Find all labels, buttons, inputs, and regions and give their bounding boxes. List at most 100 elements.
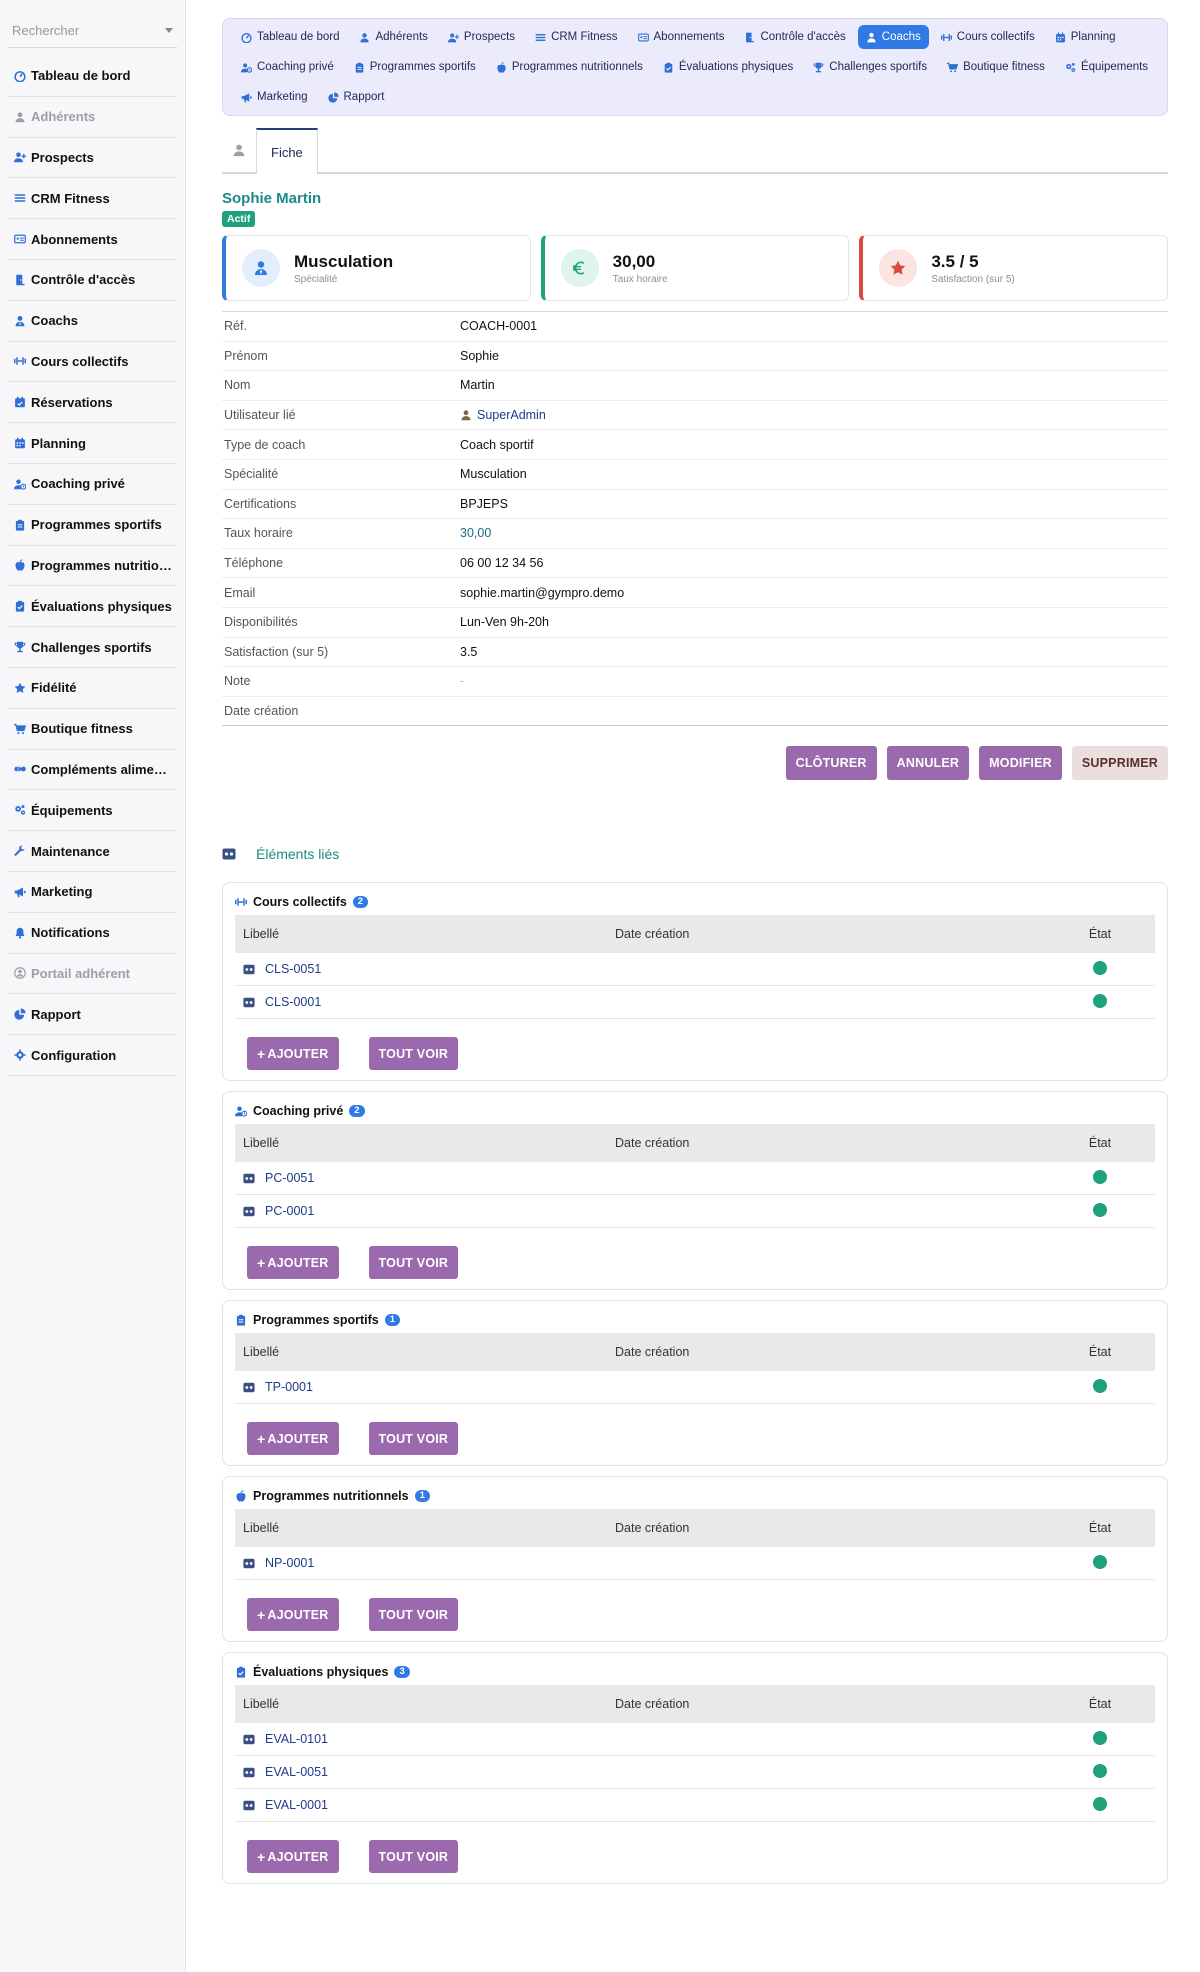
row-link[interactable]: EVAL-0051 bbox=[235, 1765, 615, 1779]
linked-block-title: Cours collectifs 2 bbox=[235, 895, 1155, 909]
tab-user-icon[interactable] bbox=[222, 128, 256, 172]
nav-rapport[interactable]: Rapport bbox=[320, 85, 393, 109]
tab-fiche[interactable]: Fiche bbox=[256, 128, 318, 174]
sidebar-item-coaching-prive[interactable]: Coaching privé bbox=[8, 464, 177, 505]
search-input[interactable]: Rechercher bbox=[8, 14, 177, 48]
nav-controle-d-acces[interactable]: Contrôle d'accès bbox=[736, 25, 853, 49]
sidebar-item-controle-d-acces[interactable]: Contrôle d'accès bbox=[8, 260, 177, 301]
nav-coachs[interactable]: Coachs bbox=[857, 25, 929, 49]
sidebar-item-programmes-nutritio[interactable]: Programmes nutritio… bbox=[8, 546, 177, 587]
nav-coaching-prive[interactable]: Coaching privé bbox=[233, 55, 342, 79]
sidebar-item-abonnements[interactable]: Abonnements bbox=[8, 219, 177, 260]
door-icon bbox=[12, 273, 28, 287]
sidebar-item-marketing[interactable]: Marketing bbox=[8, 872, 177, 913]
sidebar-item-crm-fitness[interactable]: CRM Fitness bbox=[8, 178, 177, 220]
linked-elements-title: Éléments liés bbox=[256, 846, 340, 863]
nav-crm-fitness[interactable]: CRM Fitness bbox=[527, 25, 625, 49]
column-header-date[interactable]: Date création bbox=[615, 1697, 1045, 1711]
column-header-state[interactable]: État bbox=[1045, 927, 1155, 941]
trophy-icon bbox=[813, 62, 824, 73]
column-header-date[interactable]: Date création bbox=[615, 1521, 1045, 1535]
nav-adherents[interactable]: Adhérents bbox=[351, 25, 435, 49]
view-all-button[interactable]: TOUT VOIR bbox=[368, 1246, 459, 1280]
chevron-down-icon[interactable] bbox=[165, 28, 173, 33]
nav-programmes-nutritionnels[interactable]: Programmes nutritionnels bbox=[488, 55, 651, 79]
view-all-button[interactable]: TOUT VOIR bbox=[368, 1422, 459, 1456]
view-all-button[interactable]: TOUT VOIR bbox=[368, 1598, 459, 1632]
column-header-state[interactable]: État bbox=[1045, 1521, 1155, 1535]
annuler-button[interactable]: ANNULER bbox=[886, 746, 970, 781]
add-button[interactable]: + AJOUTER bbox=[247, 1598, 339, 1632]
main-content: Tableau de bord Adhérents Prospects CRM Fit… bbox=[222, 18, 1169, 1885]
add-button[interactable]: + AJOUTER bbox=[247, 1840, 339, 1874]
sidebar-item-cours-collectifs[interactable]: Cours collectifs bbox=[8, 342, 177, 383]
field-value: Musculation bbox=[460, 467, 527, 481]
nav-prospects[interactable]: Prospects bbox=[440, 25, 523, 49]
sidebar-item-rapport[interactable]: Rapport bbox=[8, 994, 177, 1036]
column-header-state[interactable]: État bbox=[1045, 1136, 1155, 1150]
record-icon bbox=[243, 1206, 255, 1217]
view-all-button[interactable]: TOUT VOIR bbox=[368, 1037, 459, 1071]
row-link[interactable]: CLS-0051 bbox=[235, 962, 615, 976]
nav-challenges-sportifs[interactable]: Challenges sportifs bbox=[805, 55, 935, 79]
nav-equipements[interactable]: Équipements bbox=[1057, 55, 1156, 79]
sidebar-item-planning[interactable]: Planning bbox=[8, 423, 177, 464]
top-navigation: Tableau de bord Adhérents Prospects CRM Fit… bbox=[222, 18, 1168, 116]
sidebar-item-equipements[interactable]: Équipements bbox=[8, 790, 177, 832]
sidebar-item-adherents[interactable]: Adhérents bbox=[8, 97, 177, 138]
add-button[interactable]: + AJOUTER bbox=[247, 1422, 339, 1456]
row-state bbox=[1045, 1378, 1155, 1396]
sidebar-item-tableau-de-bord[interactable]: Tableau de bord bbox=[8, 56, 177, 97]
sidebar-item-notifications[interactable]: Notifications bbox=[8, 913, 177, 954]
sidebar-item-challenges-sportifs[interactable]: Challenges sportifs bbox=[8, 627, 177, 668]
sidebar-item-label: Abonnements bbox=[31, 231, 118, 247]
apple-icon bbox=[496, 61, 507, 73]
column-header-date[interactable]: Date création bbox=[615, 1136, 1045, 1150]
view-all-button[interactable]: TOUT VOIR bbox=[368, 1840, 459, 1874]
column-header-label[interactable]: Libellé bbox=[235, 1521, 615, 1535]
column-header-label[interactable]: Libellé bbox=[235, 1697, 615, 1711]
row-link[interactable]: TP-0001 bbox=[235, 1380, 615, 1394]
nav-cours-collectifs[interactable]: Cours collectifs bbox=[933, 25, 1043, 49]
column-header-date[interactable]: Date création bbox=[615, 1345, 1045, 1359]
sidebar-item-label: Contrôle d'accès bbox=[31, 272, 136, 288]
nav-programmes-sportifs[interactable]: Programmes sportifs bbox=[346, 55, 484, 79]
column-header-label[interactable]: Libellé bbox=[235, 1345, 615, 1359]
sidebar-item-configuration[interactable]: Configuration bbox=[8, 1035, 177, 1076]
row-link[interactable]: PC-0051 bbox=[235, 1171, 615, 1185]
sidebar-item-prospects[interactable]: Prospects bbox=[8, 138, 177, 179]
nav-boutique-fitness[interactable]: Boutique fitness bbox=[939, 55, 1053, 79]
row-link[interactable]: EVAL-0001 bbox=[235, 1798, 615, 1812]
sidebar-item-complements-alime[interactable]: Compléments alime… bbox=[8, 750, 177, 791]
column-header-state[interactable]: État bbox=[1045, 1697, 1155, 1711]
nav-planning[interactable]: Planning bbox=[1047, 25, 1124, 49]
nav-tableau-de-bord[interactable]: Tableau de bord bbox=[233, 25, 347, 49]
add-button[interactable]: + AJOUTER bbox=[247, 1246, 339, 1280]
column-header-label[interactable]: Libellé bbox=[235, 1136, 615, 1150]
column-header-state[interactable]: État bbox=[1045, 1345, 1155, 1359]
sidebar-item-maintenance[interactable]: Maintenance bbox=[8, 831, 177, 872]
field-value[interactable]: SuperAdmin bbox=[460, 408, 546, 422]
sidebar-item-programmes-sportifs[interactable]: Programmes sportifs bbox=[8, 505, 177, 546]
row-link[interactable]: EVAL-0101 bbox=[235, 1732, 615, 1746]
modifier-button[interactable]: MODIFIER bbox=[979, 746, 1062, 781]
sidebar-item-fidelite[interactable]: Fidélité bbox=[8, 668, 177, 709]
row-link[interactable]: PC-0001 bbox=[235, 1204, 615, 1218]
sidebar-item-portail-adherent[interactable]: Portail adhérent bbox=[8, 954, 177, 995]
sidebar-menu: Tableau de bord Adhérents Prospects CRM Fit… bbox=[8, 56, 177, 1076]
sidebar-item-boutique-fitness[interactable]: Boutique fitness bbox=[8, 709, 177, 750]
sidebar-item-reservations[interactable]: Réservations bbox=[8, 382, 177, 424]
nav-evaluations-physiques[interactable]: Évaluations physiques bbox=[655, 55, 801, 79]
list-icon bbox=[535, 32, 546, 43]
nav-marketing[interactable]: Marketing bbox=[233, 85, 316, 109]
column-header-date[interactable]: Date création bbox=[615, 927, 1045, 941]
add-button[interactable]: + AJOUTER bbox=[247, 1037, 339, 1071]
column-header-label[interactable]: Libellé bbox=[235, 927, 615, 941]
cloturer-button[interactable]: CLÔTURER bbox=[785, 746, 877, 781]
sidebar-item-evaluations-physiques[interactable]: Évaluations physiques bbox=[8, 586, 177, 628]
row-link[interactable]: CLS-0001 bbox=[235, 995, 615, 1009]
nav-abonnements[interactable]: Abonnements bbox=[630, 25, 733, 49]
supprimer-button[interactable]: SUPPRIMER bbox=[1071, 746, 1168, 781]
row-link[interactable]: NP-0001 bbox=[235, 1556, 615, 1570]
sidebar-item-coachs[interactable]: Coachs bbox=[8, 301, 177, 342]
